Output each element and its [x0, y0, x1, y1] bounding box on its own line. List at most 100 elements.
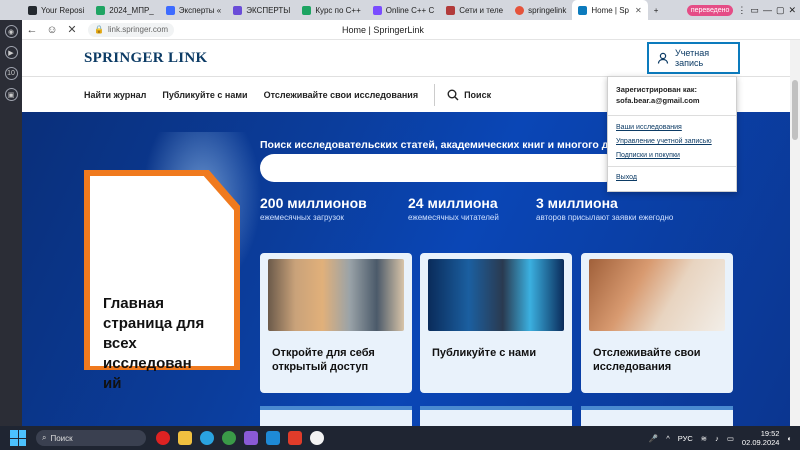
- user-icon: [657, 52, 669, 64]
- new-tab-button[interactable]: +: [648, 0, 665, 20]
- back-icon[interactable]: ←: [22, 24, 42, 36]
- nav-find-journal[interactable]: Найти журнал: [84, 90, 146, 100]
- yandex-browser-icon[interactable]: [310, 431, 324, 445]
- visual-studio-icon[interactable]: [244, 431, 258, 445]
- laptop-image: [589, 259, 725, 331]
- tab-6[interactable]: Сети и теле: [440, 0, 509, 20]
- tab-strip: Your Reposi 2024_МПР_ Эксперты « ЭКСПЕРТ…: [0, 0, 800, 20]
- hero-title: Поиск исследовательских статей, академич…: [260, 139, 642, 151]
- maximize-icon[interactable]: ▢: [776, 5, 785, 16]
- menu-logout[interactable]: Выход: [616, 174, 728, 181]
- scrollbar[interactable]: [790, 40, 800, 426]
- springer-logo[interactable]: SPRINGER LINK: [84, 50, 208, 67]
- tab-label: Online C++ C: [385, 5, 435, 15]
- tab-7[interactable]: springelink: [509, 0, 572, 20]
- tab-5[interactable]: Online C++ C: [367, 0, 440, 20]
- stat-caption: ежемесячных читателей: [408, 213, 499, 222]
- battery-icon: ▭: [750, 4, 759, 15]
- wifi-icon[interactable]: ≋: [701, 434, 707, 443]
- hero-search-input[interactable]: [260, 154, 620, 182]
- url-field[interactable]: 🔒 link.springer.com: [88, 22, 174, 37]
- tab-label: Курс по С++: [315, 5, 361, 15]
- gallery-icon[interactable]: ▣: [4, 88, 18, 101]
- alice-icon[interactable]: ◉: [4, 25, 18, 38]
- tab-label: 2024_МПР_: [109, 5, 154, 15]
- windows-start-icon[interactable]: [10, 430, 26, 446]
- sheets-icon: [96, 5, 106, 15]
- vscode-icon[interactable]: [266, 431, 280, 445]
- account-button[interactable]: Учетная запись: [647, 42, 740, 74]
- site-icon: [372, 5, 382, 15]
- stop-icon[interactable]: ✕: [62, 23, 82, 36]
- yandex-icon[interactable]: [288, 431, 302, 445]
- system-tray: 🎤 ^ РУС ≋ ♪ ▭ 19:52 02.09.2024 ◐: [649, 426, 792, 450]
- tab-label: Сети и теле: [459, 5, 504, 15]
- close-icon[interactable]: ✕: [788, 5, 796, 16]
- card-title: Отслеживайте свои исследования: [593, 347, 701, 373]
- stat-value: 3 миллиона: [536, 195, 618, 211]
- site-icon: [165, 5, 175, 15]
- mic-icon[interactable]: 🎤: [649, 434, 658, 443]
- site-icon: [446, 5, 456, 15]
- window-controls: переведено ⋮ ▭ — ▢ ✕: [686, 0, 800, 20]
- yandex-search-icon: [515, 5, 525, 15]
- card-publish[interactable]: Публикуйте с нами: [420, 253, 572, 393]
- stat-value: 200 миллионов: [260, 195, 367, 211]
- signed-in-label: Зарегистрирован как:: [616, 85, 698, 94]
- card-lower[interactable]: [260, 406, 412, 426]
- taskbar-search[interactable]: ⌕ Поиск: [36, 430, 146, 446]
- tab-2[interactable]: Эксперты «: [160, 0, 227, 20]
- menu-manage-account[interactable]: Управление учетной записью: [616, 138, 728, 145]
- browser-side-panel: ◷ ◉ ▶ 10 ▣: [0, 0, 22, 426]
- github-icon: [28, 5, 37, 15]
- card-open-access[interactable]: Откройте для себя открытый доступ: [260, 253, 412, 393]
- menu-divider: [608, 115, 736, 116]
- card-lower[interactable]: [581, 406, 733, 426]
- nav-publish[interactable]: Публикуйте с нами: [162, 90, 247, 100]
- telegram-icon[interactable]: [200, 431, 214, 445]
- play-icon[interactable]: ▶: [4, 46, 18, 59]
- minimize-icon[interactable]: —: [763, 5, 772, 15]
- close-tab-icon[interactable]: ✕: [635, 6, 642, 15]
- nav-track[interactable]: Отслеживайте свои исследования: [264, 90, 419, 100]
- taskbar: ⌕ Поиск 🎤 ^ РУС ≋ ♪ ▭ 19:52 02.09.2024 ◐: [0, 426, 800, 450]
- stat-caption: авторов присылают заявки ежегодно: [536, 213, 674, 222]
- tab-1[interactable]: 2024_МПР_: [90, 0, 159, 20]
- tab-label: Home | Sp: [591, 5, 630, 15]
- nav-separator: [434, 84, 436, 106]
- folder-icon[interactable]: [178, 431, 192, 445]
- drive-icon: [302, 5, 312, 15]
- card-track[interactable]: Отслеживайте свои исследования: [581, 253, 733, 393]
- menu-your-research[interactable]: Ваши исследования: [616, 124, 728, 131]
- more-icon[interactable]: ⋮: [737, 5, 746, 16]
- chrome-icon[interactable]: [222, 431, 236, 445]
- notifications-icon[interactable]: ◐: [787, 434, 792, 443]
- translated-badge[interactable]: переведено: [686, 4, 734, 16]
- scrollbar-thumb[interactable]: [792, 80, 798, 140]
- researcher-image: [428, 259, 564, 331]
- tab-3[interactable]: ЭКСПЕРТЫ: [227, 0, 296, 20]
- nav-search-label: Поиск: [464, 90, 492, 100]
- chevron-up-icon[interactable]: ^: [666, 434, 670, 443]
- battery-icon[interactable]: ▭: [727, 434, 734, 443]
- volume-icon[interactable]: ♪: [715, 434, 719, 443]
- card-lower[interactable]: [420, 406, 572, 426]
- tab-4[interactable]: Курс по С++: [296, 0, 366, 20]
- tab-label: ЭКСПЕРТЫ: [246, 5, 291, 15]
- menu-subscriptions[interactable]: Подписки и покупки: [616, 152, 728, 159]
- language-indicator[interactable]: РУС: [678, 434, 693, 443]
- address-bar: ← ☺ ✕ 🔒 link.springer.com Home | Springer…: [22, 20, 800, 40]
- stat-readers: 24 миллиона ежемесячных читателей: [408, 195, 499, 222]
- stat-downloads: 200 миллионов ежемесячных загрузок: [260, 195, 367, 222]
- clock[interactable]: 19:52 02.09.2024: [742, 429, 780, 447]
- tab-label: Эксперты «: [178, 5, 222, 15]
- nav-search[interactable]: Поиск: [447, 89, 491, 101]
- tab-0[interactable]: Your Reposi: [22, 0, 90, 20]
- timer-icon[interactable]: 10: [4, 67, 18, 80]
- account-icon[interactable]: ☺: [42, 24, 62, 36]
- opera-icon[interactable]: [156, 431, 170, 445]
- tab-active[interactable]: Home | Sp ✕: [572, 0, 648, 20]
- main-nav: Найти журнал Публикуйте с нами Отслежива…: [84, 84, 491, 106]
- stat-value: 24 миллиона: [408, 195, 498, 211]
- page-title: Home | SpringerLink: [342, 24, 424, 35]
